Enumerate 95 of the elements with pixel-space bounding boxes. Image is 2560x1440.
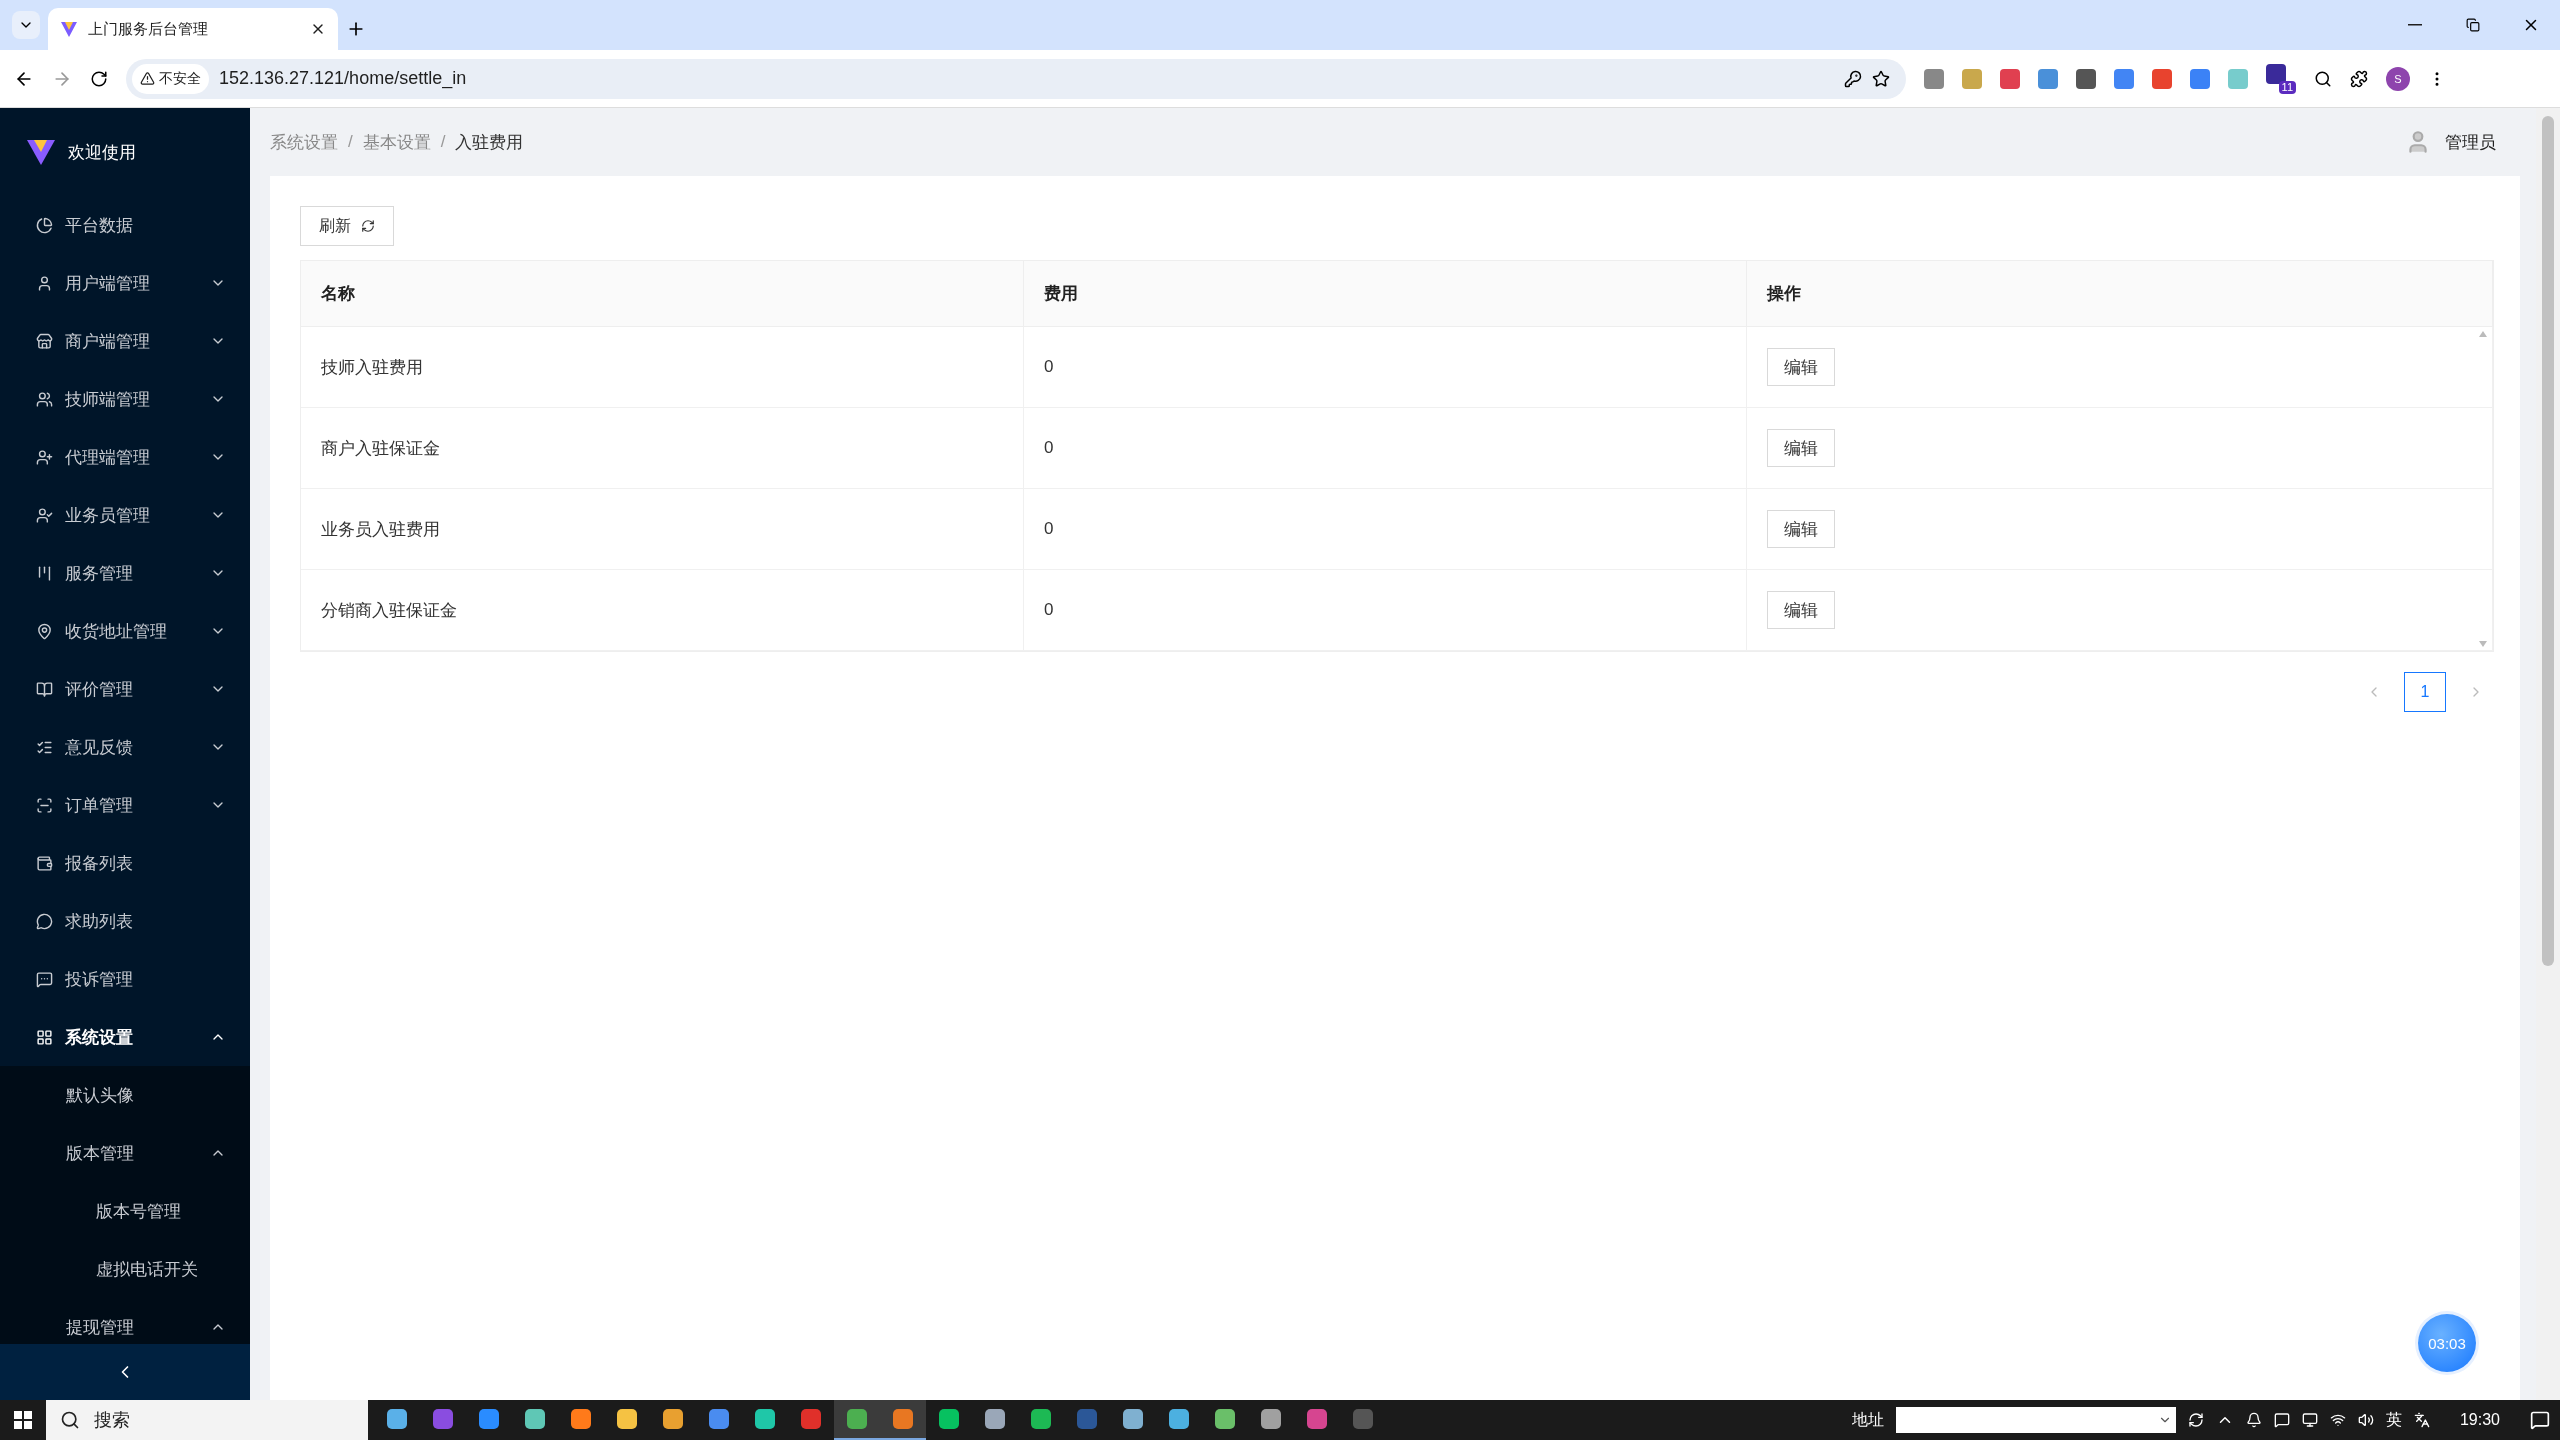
menu-icon [36, 1028, 53, 1046]
breadcrumb-item: 入驻费用 [455, 131, 524, 154]
table-cell: 0 [1024, 489, 1747, 570]
column-header: 费用 [1024, 261, 1747, 327]
menu-icon [36, 216, 53, 234]
brand-title: 欢迎使用 [68, 141, 136, 164]
sidebar-item[interactable]: 业务员管理 [0, 486, 250, 544]
breadcrumb-separator: / [348, 132, 353, 152]
network-icon[interactable] [2301, 1412, 2318, 1428]
key-icon[interactable] [1844, 69, 1862, 88]
user-name[interactable]: 管理员 [2445, 130, 2496, 154]
sidebar-item[interactable]: 求助列表 [0, 892, 250, 950]
menu-icon [36, 622, 53, 640]
star-icon[interactable] [1872, 69, 1890, 88]
windows-icon [14, 1411, 32, 1429]
sidebar-item[interactable]: 服务管理 [0, 544, 250, 602]
sidebar-item[interactable]: 默认头像 [0, 1066, 250, 1124]
extension-icon[interactable] [2266, 63, 2286, 84]
security-label: 不安全 [159, 69, 201, 88]
taskbar-app[interactable] [880, 1400, 926, 1440]
table-cell: 0 [1024, 570, 1747, 651]
search-icon[interactable] [2314, 69, 2332, 88]
edit-button[interactable]: 编辑 [1767, 510, 1835, 548]
refresh-icon[interactable] [2187, 1412, 2204, 1428]
search-icon [60, 1410, 80, 1430]
volume-icon[interactable] [2357, 1412, 2374, 1428]
sidebar-item[interactable]: 提现管理 [0, 1298, 250, 1344]
sidebar-item[interactable]: 版本号管理 [0, 1182, 250, 1240]
profile-avatar[interactable]: S [2386, 66, 2410, 91]
menu-icon [36, 506, 53, 524]
sidebar-item[interactable]: 商户端管理 [0, 312, 250, 370]
edit-button[interactable]: 编辑 [1767, 591, 1835, 629]
sidebar-item[interactable]: 虚拟电话开关 [0, 1240, 250, 1298]
table-cell: 0 [1024, 327, 1747, 408]
extensions-icon[interactable] [2350, 69, 2368, 88]
menu-icon [36, 680, 53, 698]
menu-icon [36, 796, 53, 814]
sidebar-item[interactable]: 技师端管理 [0, 370, 250, 428]
minimize-icon [2408, 24, 2422, 26]
sidebar-item[interactable]: 评价管理 [0, 660, 250, 718]
refresh-icon [361, 219, 375, 233]
sidebar-item[interactable]: 系统设置 [0, 1008, 250, 1066]
chat-icon[interactable] [2273, 1412, 2290, 1428]
reload-icon[interactable] [90, 69, 108, 88]
edit-button[interactable]: 编辑 [1767, 429, 1835, 467]
address-bar[interactable]: 不安全 152.136.27.121/home/settle_in [126, 58, 1906, 99]
table-cell: 0 [1024, 408, 1747, 489]
clock[interactable]: 19:30 [2459, 1411, 2500, 1429]
menu-icon [36, 332, 53, 350]
input-method[interactable]: 英 [2385, 1409, 2402, 1431]
address-field[interactable] [1895, 1407, 2176, 1433]
taskbar-app[interactable] [834, 1400, 880, 1440]
breadcrumb-separator: / [440, 132, 446, 152]
scrollbar[interactable] [2536, 108, 2560, 1400]
refresh-button[interactable]: 刷新 [300, 206, 394, 246]
column-header: 名称 [301, 261, 1024, 327]
table-cell: 技师入驻费用 [301, 327, 1024, 408]
menu-icon [36, 912, 53, 930]
logo-icon [60, 20, 78, 38]
sidebar-item[interactable]: 用户端管理 [0, 254, 250, 312]
url-text: 152.136.27.121/home/settle_in [219, 68, 468, 89]
menu-icon [36, 390, 53, 408]
table-cell: 商户入驻保证金 [301, 408, 1024, 489]
menu-icon [36, 564, 53, 582]
restore-icon [2466, 18, 2480, 32]
menu-icon [36, 970, 53, 988]
logo-icon [26, 137, 56, 167]
browser-tab[interactable]: 上门服务后台管理 [48, 8, 338, 50]
table-cell: 业务员入驻费用 [301, 489, 1024, 570]
sidebar-item[interactable]: 平台数据 [0, 196, 250, 254]
sidebar-item[interactable]: 投诉管理 [0, 950, 250, 1008]
taskbar-search[interactable]: 搜索 [46, 1400, 368, 1440]
menu-icon [36, 274, 53, 292]
notification-icon[interactable] [2530, 1410, 2550, 1430]
menu-icon [36, 448, 53, 466]
sidebar-item[interactable]: 代理端管理 [0, 428, 250, 486]
table-cell: 分销商入驻保证金 [301, 570, 1024, 651]
security-chip[interactable]: 不安全 [132, 63, 209, 94]
menu-icon [36, 854, 53, 872]
tab-list-button[interactable] [12, 11, 40, 39]
wifi-icon[interactable] [2329, 1412, 2346, 1428]
sidebar-item[interactable]: 订单管理 [0, 776, 250, 834]
sidebar-item[interactable]: 版本管理 [0, 1124, 250, 1182]
column-header: 操作 [1747, 261, 2493, 327]
address-label: 地址 [1851, 1409, 1884, 1430]
sidebar-item[interactable]: 收货地址管理 [0, 602, 250, 660]
translate-icon[interactable] [2413, 1412, 2430, 1428]
extension-icon[interactable] [2076, 68, 2096, 89]
count-badge: 11 [2278, 80, 2296, 94]
sidebar-item[interactable]: 意见反馈 [0, 718, 250, 776]
warning-icon [140, 71, 155, 86]
sidebar-item[interactable]: 报备列表 [0, 834, 250, 892]
edit-button[interactable]: 编辑 [1767, 348, 1835, 386]
search-placeholder: 搜索 [94, 1409, 130, 1432]
page-button[interactable]: 1 [2404, 672, 2446, 712]
